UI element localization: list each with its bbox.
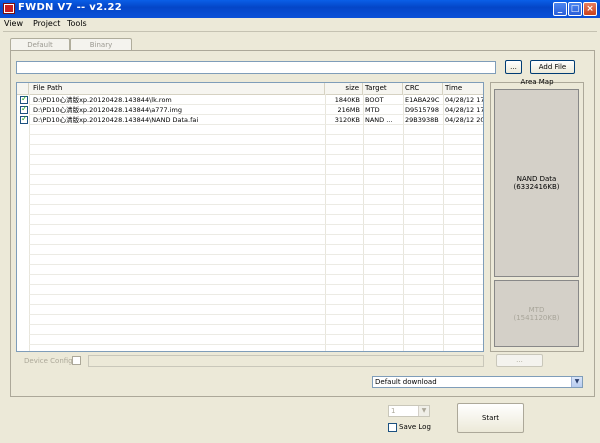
port-select-value: 1 — [391, 407, 396, 415]
header-size[interactable]: size — [325, 83, 363, 94]
check-mark-icon: ✓ — [21, 104, 28, 113]
file-list[interactable]: File Path size Target CRC Time ✓ D:\PD10… — [16, 82, 484, 352]
device-config-label: Device Config — [24, 357, 73, 365]
chevron-down-icon[interactable]: ▼ — [418, 406, 429, 416]
menu-separator — [3, 31, 597, 32]
block-size: (1541120KB) — [513, 313, 560, 322]
block-label: MTD — [528, 305, 545, 314]
menu-view[interactable]: View — [4, 19, 23, 28]
row-checkbox[interactable]: ✓ — [20, 94, 28, 104]
chevron-down-icon[interactable]: ▼ — [571, 377, 582, 387]
row-grid-line — [29, 144, 483, 145]
row-grid-line — [29, 244, 483, 245]
app-icon — [3, 3, 15, 14]
row-grid-line — [29, 204, 483, 205]
area-map-title: Area Map — [520, 78, 554, 86]
row-grid-line — [29, 104, 483, 105]
area-block-nand-data[interactable]: NAND Data (6332416KB) — [494, 89, 579, 277]
start-button[interactable]: Start — [457, 403, 524, 433]
header-time[interactable]: Time — [443, 83, 483, 94]
row-grid-line — [29, 294, 483, 295]
device-config-field[interactable] — [88, 355, 484, 367]
block-label: NAND Data — [516, 175, 557, 183]
row-grid-line — [29, 224, 483, 225]
row-grid-line — [29, 234, 483, 235]
menu-tools[interactable]: Tools — [67, 19, 87, 28]
row-grid-line — [29, 134, 483, 135]
save-log-label: Save Log — [399, 423, 431, 431]
row-grid-line — [29, 284, 483, 285]
minimize-button[interactable]: _ — [553, 2, 567, 16]
row-grid-line — [29, 254, 483, 255]
menu-project[interactable]: Project — [33, 19, 60, 28]
row-grid-line — [29, 124, 483, 125]
row-checkbox[interactable]: ✓ — [20, 104, 28, 114]
download-mode-value: Default download — [375, 378, 437, 386]
port-select[interactable]: 1 ▼ — [388, 405, 430, 417]
row-grid-line — [29, 264, 483, 265]
row-grid-line — [29, 154, 483, 155]
maximize-button[interactable]: □ — [568, 2, 582, 16]
file-path-field[interactable] — [16, 61, 496, 74]
check-mark-icon: ✓ — [21, 114, 28, 123]
title-bar: FWDN V7 -- v2.22 _ □ × — [0, 0, 600, 18]
row-grid-line — [29, 334, 483, 335]
row-grid-line — [29, 174, 483, 175]
check-mark-icon: ✓ — [21, 94, 28, 103]
block-size: (6332416KB) — [513, 183, 560, 191]
device-config-browse-button[interactable]: ... — [496, 354, 543, 367]
row-grid-line — [29, 324, 483, 325]
close-button[interactable]: × — [583, 2, 597, 16]
save-log-checkbox[interactable] — [388, 423, 397, 432]
add-file-button[interactable]: Add File — [530, 60, 575, 74]
row-grid-line — [29, 164, 483, 165]
device-config-checkbox[interactable] — [72, 356, 81, 365]
window-title: FWDN V7 -- v2.22 — [18, 2, 122, 13]
row-grid-line — [29, 114, 483, 115]
area-block-mtd[interactable]: MTD (1541120KB) — [494, 280, 579, 347]
header-check — [17, 83, 29, 94]
browse-button[interactable]: ... — [505, 60, 522, 74]
row-grid-line — [29, 314, 483, 315]
download-mode-select[interactable]: Default download ▼ — [372, 376, 583, 388]
row-grid-line — [29, 274, 483, 275]
row-grid-line — [29, 184, 483, 185]
row-grid-line — [29, 194, 483, 195]
header-file-path[interactable]: File Path — [29, 83, 325, 94]
row-grid-line — [29, 304, 483, 305]
list-header: File Path size Target CRC Time — [17, 83, 483, 95]
header-crc[interactable]: CRC — [403, 83, 443, 94]
row-grid-line — [29, 344, 483, 345]
row-grid-line — [29, 214, 483, 215]
header-target[interactable]: Target — [363, 83, 403, 94]
row-checkbox[interactable]: ✓ — [20, 114, 28, 124]
menu-bar: View Project Tools — [0, 18, 600, 30]
